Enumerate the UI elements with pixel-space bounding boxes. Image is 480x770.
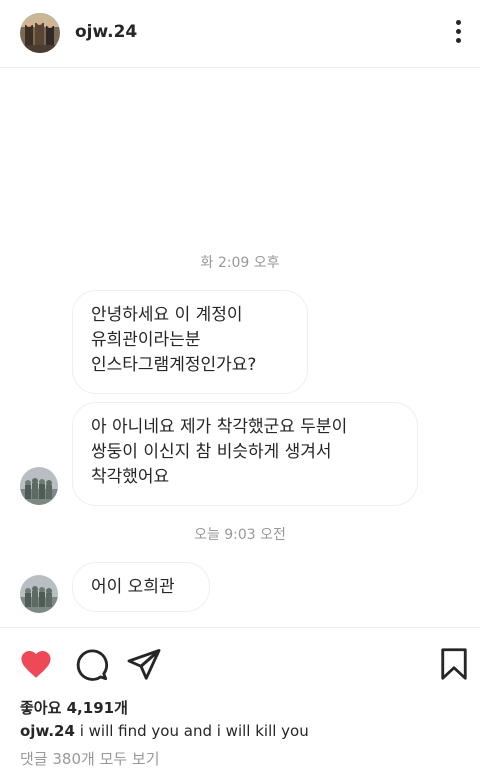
- bookmark-icon[interactable]: [436, 646, 472, 682]
- chat-bubble: 아 아니네요 제가 착각했군요 두분이 쌍둥이 이신지 참 비슷하게 생겨서 착…: [72, 402, 418, 506]
- chat-bubble: 어이 오희관: [72, 562, 210, 612]
- comment-icon[interactable]: [73, 646, 109, 682]
- share-icon[interactable]: [126, 646, 162, 682]
- divider: [0, 627, 480, 628]
- more-options-icon[interactable]: [454, 20, 462, 46]
- action-bar: [0, 640, 480, 690]
- sender-avatar: [20, 575, 58, 613]
- sender-avatar: [20, 467, 58, 505]
- post-header: ojw.24: [0, 0, 480, 68]
- post-username[interactable]: ojw.24: [75, 22, 137, 42]
- likes-count[interactable]: 좋아요 4,191개: [20, 697, 128, 718]
- chat-screenshot: 화 2:09 오후 안녕하세요 이 계정이 유희관이라는분 인스타그램계정인가요…: [0, 68, 480, 628]
- chat-timestamp: 오늘 9:03 오전: [194, 527, 286, 543]
- caption-text: i will find you and i will kill you: [79, 722, 309, 740]
- view-all-comments-link[interactable]: 댓글 380개 모두 보기: [20, 748, 160, 769]
- caption-username[interactable]: ojw.24: [20, 722, 75, 740]
- heart-icon[interactable]: [18, 646, 54, 682]
- chat-bubble: 안녕하세요 이 계정이 유희관이라는분 인스타그램계정인가요?: [72, 290, 308, 394]
- post-caption: ojw.24 i will find you and i will kill y…: [20, 722, 309, 740]
- chat-timestamp: 화 2:09 오후: [200, 255, 280, 271]
- profile-avatar[interactable]: [20, 13, 60, 53]
